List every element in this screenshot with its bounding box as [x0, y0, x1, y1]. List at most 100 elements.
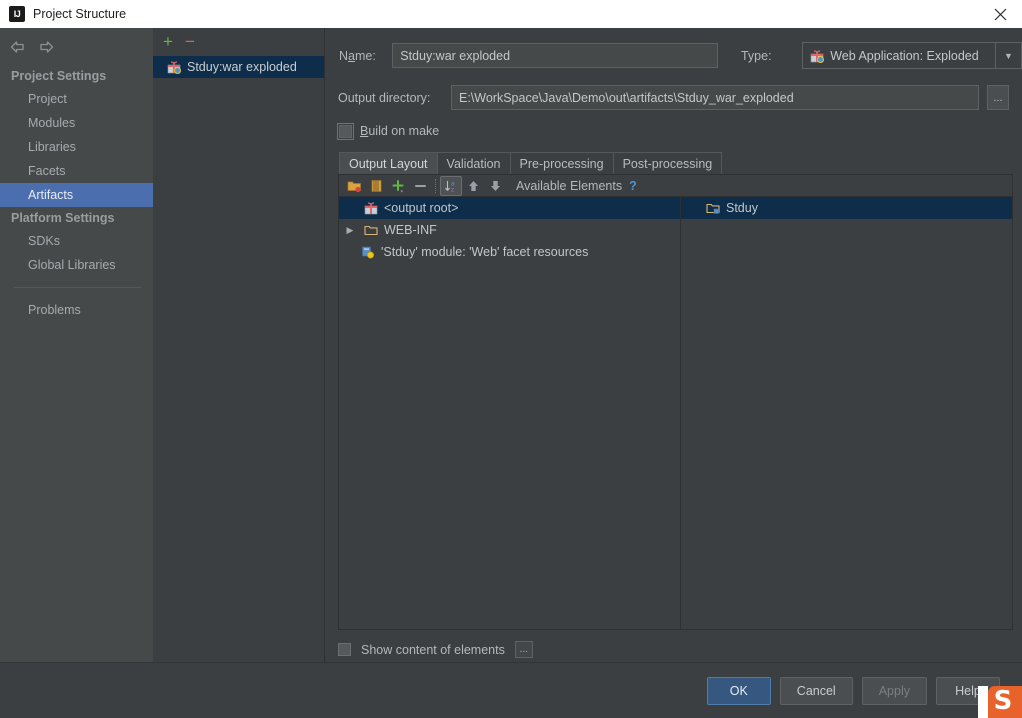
- artifact-icon: [810, 49, 825, 63]
- sidebar-item-modules[interactable]: Modules: [0, 111, 153, 135]
- arrow-right-icon[interactable]: [37, 39, 55, 55]
- type-combobox-value: Web Application: Exploded: [803, 49, 995, 63]
- arrow-left-glyph: [10, 41, 24, 53]
- type-label: Type:: [740, 48, 772, 63]
- output-layout-body: <output root> ▶ WEB-INF 'Stduy' module: …: [339, 197, 1012, 629]
- add-directory-glyph: [347, 181, 361, 192]
- chevron-down-icon[interactable]: ▼: [994, 43, 1021, 68]
- type-value-text: Web Application: Exploded: [830, 48, 979, 63]
- tree-row-label: Stduy: [726, 201, 758, 215]
- tab-output-layout[interactable]: Output Layout: [339, 152, 438, 174]
- name-label: Name:: [339, 48, 376, 63]
- folder-glyph: [364, 225, 378, 236]
- show-content-checkbox[interactable]: [338, 643, 351, 656]
- tree-row[interactable]: Stduy: [681, 197, 1012, 219]
- add-directory-icon[interactable]: [343, 176, 365, 196]
- move-up-icon[interactable]: [462, 176, 484, 196]
- sidebar-item-problems[interactable]: Problems: [0, 298, 153, 322]
- tab-post-processing[interactable]: Post-processing: [612, 152, 723, 174]
- artifact-list-panel: + − Stduy:war exploded: [153, 28, 325, 662]
- module-folder-icon: [706, 201, 720, 215]
- add-copy-glyph: [392, 179, 403, 192]
- facet-resources-icon: [361, 245, 375, 259]
- artifact-icon: [167, 60, 181, 74]
- help-icon[interactable]: ?: [629, 179, 637, 193]
- build-on-make-label: Build on make: [360, 124, 440, 138]
- add-archive-icon[interactable]: [365, 176, 387, 196]
- cancel-button[interactable]: Cancel: [779, 676, 853, 705]
- tree-row-label: <output root>: [384, 201, 459, 215]
- tree-row-label: 'Stduy' module: 'Web' facet resources: [381, 245, 589, 259]
- move-up-glyph: [468, 180, 478, 191]
- sidebar-divider: [14, 287, 141, 288]
- show-content-options-button[interactable]: ...: [514, 641, 533, 658]
- apply-button: Apply: [861, 676, 927, 705]
- tree-row[interactable]: 'Stduy' module: 'Web' facet resources: [339, 241, 680, 263]
- output-directory-label: Output directory:: [338, 90, 431, 105]
- add-copy-icon[interactable]: [387, 176, 409, 196]
- sidebar-item-facets[interactable]: Facets: [0, 159, 153, 183]
- add-artifact-button[interactable]: +: [163, 33, 173, 50]
- editor-tabs: Output Layout Validation Pre-processing …: [339, 152, 1022, 174]
- output-layout-panel: a z Available Elements ? <output root> ▶…: [338, 174, 1013, 630]
- sidebar-group-platform-settings: Platform Settings: [11, 211, 115, 225]
- intellij-idea-icon: [9, 6, 25, 22]
- browse-output-directory-button[interactable]: ...: [987, 85, 1009, 110]
- move-down-glyph: [490, 180, 500, 191]
- remove-artifact-button[interactable]: −: [185, 33, 195, 50]
- tree-row[interactable]: ▶ WEB-INF: [339, 219, 680, 241]
- tab-pre-processing[interactable]: Pre-processing: [509, 152, 614, 174]
- artifact-glyph: [364, 202, 378, 215]
- sogou-input-badge[interactable]: S: [988, 686, 1022, 718]
- arrow-left-icon[interactable]: [9, 39, 27, 55]
- name-input[interactable]: Stduy:war exploded: [392, 43, 718, 68]
- tree-row-label: WEB-INF: [384, 223, 437, 237]
- sidebar-item-artifacts[interactable]: Artifacts: [0, 183, 153, 207]
- project-structure-dialog: Project Structure Project Settings Proje…: [0, 0, 1022, 718]
- sogou-badge-glyph: S: [993, 686, 1013, 716]
- tree-row[interactable]: <output root>: [339, 197, 680, 219]
- corner-background: [978, 686, 988, 718]
- build-on-make-row[interactable]: Build on make: [325, 110, 1022, 140]
- add-archive-glyph: [371, 179, 381, 192]
- window-title: Project Structure: [33, 7, 127, 21]
- output-directory-input[interactable]: E:\WorkSpace\Java\Demo\out\artifacts\Std…: [451, 85, 979, 110]
- svg-text:z: z: [451, 186, 454, 193]
- chevron-right-icon[interactable]: ▶: [342, 225, 358, 236]
- settings-sidebar: Project Settings Project Modules Librari…: [0, 28, 153, 662]
- sidebar-item-global-libraries[interactable]: Global Libraries: [0, 253, 153, 277]
- sidebar-item-sdks[interactable]: SDKs: [0, 229, 153, 253]
- remove-icon[interactable]: [409, 176, 431, 196]
- close-glyph: [994, 8, 1006, 20]
- toolbar-divider: [435, 178, 436, 193]
- sort-alphabetically-glyph: a z: [444, 180, 455, 193]
- remove-glyph: [414, 184, 426, 187]
- arrow-right-glyph: [40, 41, 54, 53]
- type-combobox[interactable]: Web Application: Exploded ▼: [802, 42, 1022, 69]
- sidebar-item-project[interactable]: Project: [0, 87, 153, 111]
- move-down-icon[interactable]: [484, 176, 506, 196]
- name-row: Name: Stduy:war exploded Type: Web Appli…: [325, 28, 1022, 69]
- output-directory-row: Output directory: E:\WorkSpace\Java\Demo…: [325, 69, 1022, 110]
- folder-icon: [364, 223, 378, 237]
- artifact-icon: [364, 201, 378, 215]
- tab-validation[interactable]: Validation: [436, 152, 511, 174]
- dialog-button-bar: OK Cancel Apply Help: [0, 662, 1022, 718]
- artifact-glyph: [167, 61, 181, 74]
- build-on-make-checkbox[interactable]: [337, 122, 354, 140]
- output-layout-toolbar: a z Available Elements ?: [339, 175, 1012, 197]
- available-elements-header: Available Elements ?: [506, 179, 1012, 193]
- sort-alphabetically-icon[interactable]: a z: [440, 175, 462, 196]
- artifact-editor: Name: Stduy:war exploded Type: Web Appli…: [325, 28, 1022, 662]
- list-item-label: Stduy:war exploded: [187, 60, 297, 74]
- artifact-glyph: [810, 49, 825, 63]
- module-folder-glyph: [706, 203, 720, 214]
- sidebar-item-libraries[interactable]: Libraries: [0, 135, 153, 159]
- artifact-list-toolbar: + −: [153, 28, 324, 50]
- close-icon[interactable]: [978, 0, 1022, 28]
- list-item[interactable]: Stduy:war exploded: [153, 56, 324, 78]
- available-elements-title: Available Elements: [516, 178, 623, 193]
- facet-resources-glyph: [362, 246, 375, 259]
- ok-button[interactable]: OK: [706, 676, 771, 705]
- sidebar-group-project-settings: Project Settings: [11, 69, 107, 83]
